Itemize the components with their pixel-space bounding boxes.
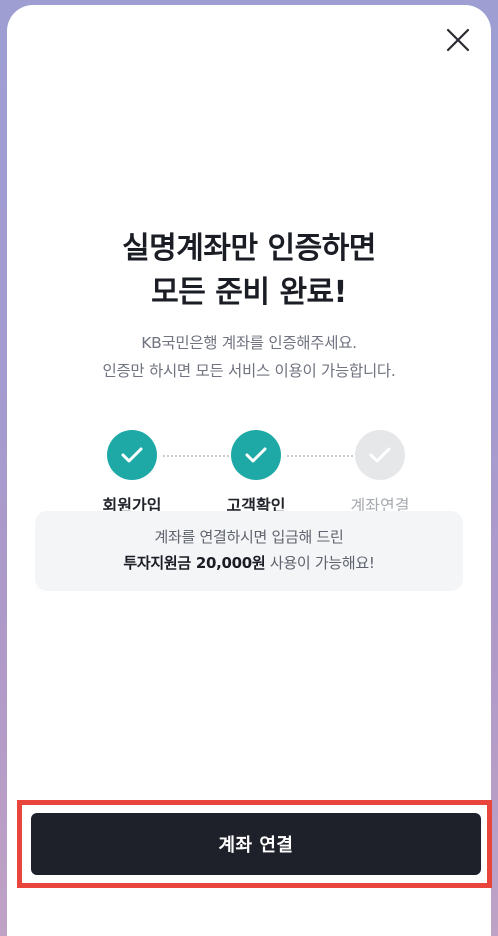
page-subtitle: KB국민은행 계좌를 인증해주세요. 인증만 하시면 모든 서비스 이용이 가능… — [7, 329, 491, 385]
info-box: 계좌를 연결하시면 입금해 드린 투자지원금 20,000원 사용이 가능해요! — [35, 511, 463, 591]
step-connector-2 — [287, 455, 353, 457]
step-circle-signup — [107, 430, 157, 480]
connect-account-button[interactable]: 계좌 연결 — [31, 813, 481, 875]
close-button[interactable] — [441, 23, 475, 57]
check-icon — [121, 447, 143, 463]
info-amount: 투자지원금 20,000원 — [123, 554, 266, 572]
title-line-1: 실명계좌만 인증하면 — [122, 231, 376, 266]
info-line-2: 투자지원금 20,000원 사용이 가능해요! — [35, 550, 463, 576]
title-line-2: 모든 준비 완료! — [151, 275, 347, 310]
step-circle-account — [355, 430, 405, 480]
close-icon — [446, 28, 470, 52]
info-line-1: 계좌를 연결하시면 입금해 드린 — [154, 528, 344, 546]
check-icon — [369, 447, 391, 463]
subtitle-line-1: KB국민은행 계좌를 인증해주세요. — [141, 334, 357, 352]
check-icon — [245, 447, 267, 463]
step-circle-verify — [231, 430, 281, 480]
info-line-2-rest: 사용이 가능해요! — [265, 554, 375, 572]
page-title: 실명계좌만 인증하면 모든 준비 완료! — [7, 227, 491, 315]
subtitle-line-2: 인증만 하시면 모든 서비스 이용이 가능합니다. — [102, 362, 396, 380]
progress-steps: 회원가입 고객확인 계좌연결 — [7, 430, 491, 520]
modal-card: 실명계좌만 인증하면 모든 준비 완료! KB국민은행 계좌를 인증해주세요. … — [7, 5, 491, 936]
step-connector-1 — [163, 455, 229, 457]
